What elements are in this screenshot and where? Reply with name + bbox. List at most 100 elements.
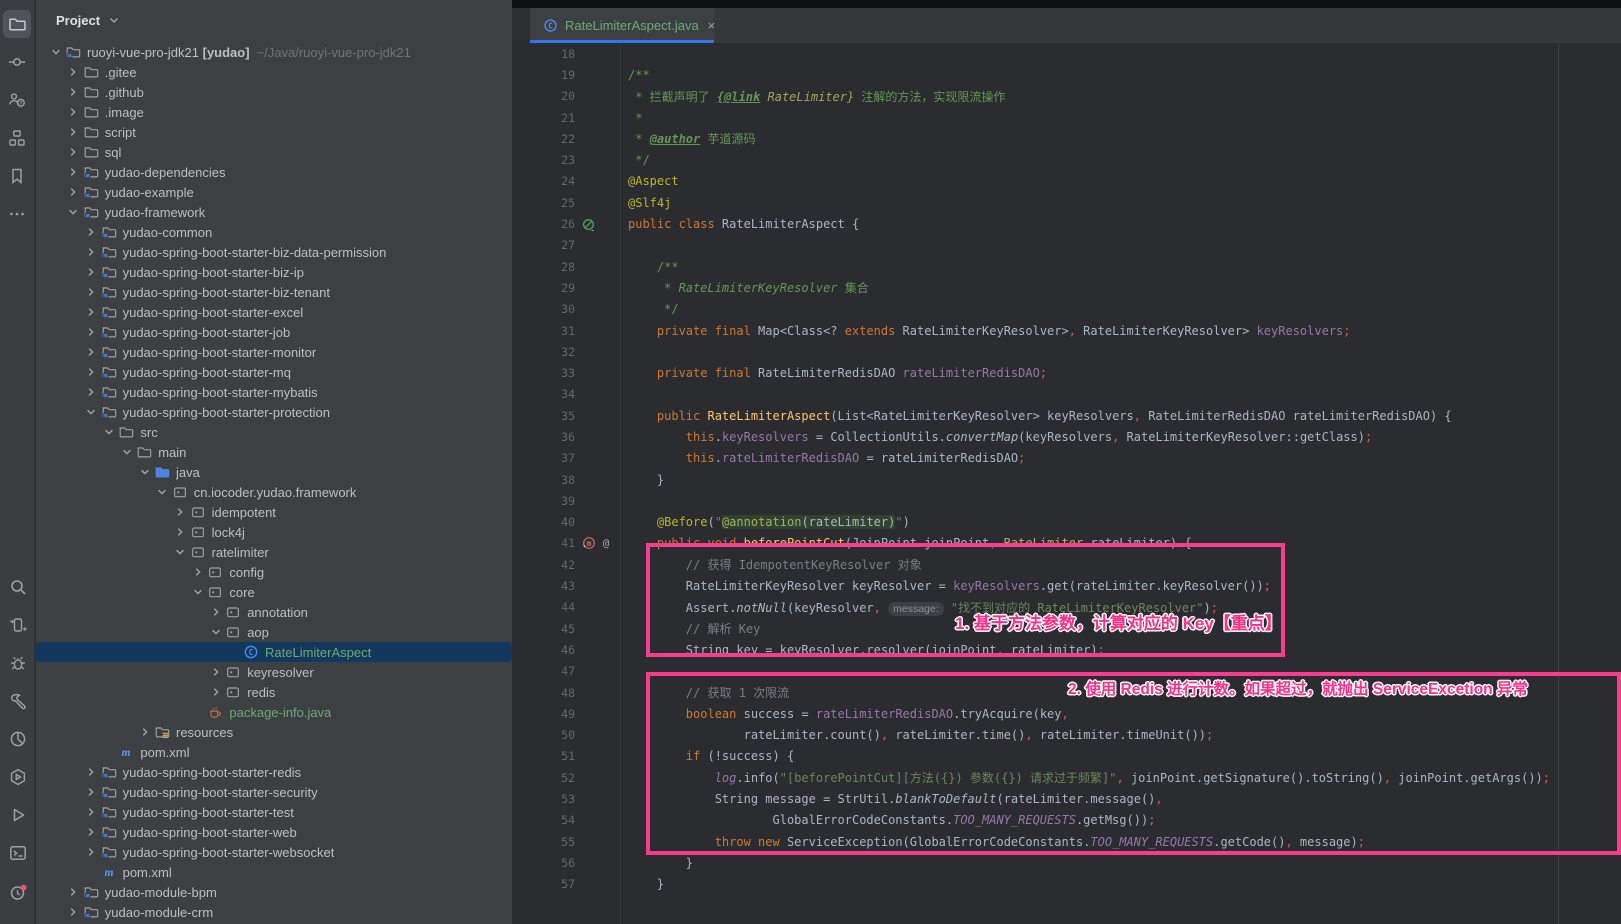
tree-item-yudao-spring-boot-starter-biz-ip[interactable]: yudao-spring-boot-starter-biz-ip <box>36 262 512 282</box>
aop-advice-icon[interactable]: m <box>582 536 596 550</box>
chevron-right-icon[interactable] <box>65 905 82 919</box>
code-line-51[interactable]: 51 if (!success) { <box>512 746 1621 767</box>
tree-item-yudao-framework[interactable]: yudao-framework <box>36 202 512 222</box>
tree-item-yudao-spring-boot-starter-websocket[interactable]: yudao-spring-boot-starter-websocket <box>36 842 512 862</box>
tree-item-aop[interactable]: aop <box>36 622 512 642</box>
commit-icon[interactable] <box>3 48 31 76</box>
services-icon[interactable] <box>4 763 32 791</box>
code-line-27[interactable]: 27 <box>512 235 1621 256</box>
close-icon[interactable]: × <box>708 19 716 32</box>
tree-item-yudao-spring-boot-starter-web[interactable]: yudao-spring-boot-starter-web <box>36 822 512 842</box>
tree-item-cn-iocoder-yudao-framework[interactable]: cn.iocoder.yudao.framework <box>36 482 512 502</box>
devices-icon[interactable] <box>4 611 32 639</box>
project-panel-header[interactable]: Project <box>36 0 512 40</box>
chevron-right-icon[interactable] <box>65 125 82 139</box>
code-line-55[interactable]: 55 throw new ServiceException(GlobalErro… <box>512 831 1621 852</box>
code-line-46[interactable]: 46 String key = keyResolver.resolver(joi… <box>512 639 1621 660</box>
chevron-down-icon[interactable] <box>118 445 135 459</box>
annotation-gutter-icon[interactable]: @ <box>599 536 613 550</box>
code-line-20[interactable]: 20 * 拦截声明了 {@link RateLimiter} 注解的方法，实现限… <box>512 86 1621 107</box>
tree-item-yudao-spring-boot-starter-protection[interactable]: yudao-spring-boot-starter-protection <box>36 402 512 422</box>
tree-item-ratelimiteraspect[interactable]: CRateLimiterAspect <box>36 642 512 662</box>
code-line-40[interactable]: 40 @Before("@annotation(rateLimiter)") <box>512 512 1621 533</box>
chevron-right-icon[interactable] <box>83 845 100 859</box>
chevron-down-icon[interactable] <box>100 425 117 439</box>
chevron-down-icon[interactable] <box>207 625 224 639</box>
chevron-right-icon[interactable] <box>65 105 82 119</box>
build-icon[interactable] <box>4 687 32 715</box>
code-line-54[interactable]: 54 GlobalErrorCodeConstants.TOO_MANY_REQ… <box>512 810 1621 831</box>
code-line-45[interactable]: 45 // 解析 Key <box>512 618 1621 639</box>
code-line-34[interactable]: 34 <box>512 384 1621 405</box>
chevron-right-icon[interactable] <box>83 245 100 259</box>
tree-item-yudao-spring-boot-starter-security[interactable]: yudao-spring-boot-starter-security <box>36 782 512 802</box>
code-line-49[interactable]: 49 boolean success = rateLimiterRedisDAO… <box>512 703 1621 724</box>
chevron-right-icon[interactable] <box>65 885 82 899</box>
tree-item-lock4j[interactable]: lock4j <box>36 522 512 542</box>
tree-item-yudao-spring-boot-starter-test[interactable]: yudao-spring-boot-starter-test <box>36 802 512 822</box>
code-line-24[interactable]: 24@Aspect <box>512 171 1621 192</box>
tree-item-yudao-spring-boot-starter-mq[interactable]: yudao-spring-boot-starter-mq <box>36 362 512 382</box>
tree-item-sql[interactable]: sql <box>36 142 512 162</box>
tree-item-core[interactable]: core <box>36 582 512 602</box>
bookmarks-icon[interactable] <box>3 162 31 190</box>
tree-item-ratelimiter[interactable]: ratelimiter <box>36 542 512 562</box>
code-line-38[interactable]: 38 } <box>512 469 1621 490</box>
chevron-right-icon[interactable] <box>83 825 100 839</box>
chevron-right-icon[interactable] <box>83 265 100 279</box>
chevron-down-icon[interactable] <box>65 205 82 219</box>
chevron-down-icon[interactable] <box>189 585 206 599</box>
tree-item-java[interactable]: java <box>36 462 512 482</box>
chevron-right-icon[interactable] <box>65 65 82 79</box>
notifications-icon[interactable] <box>4 877 32 905</box>
chevron-right-icon[interactable] <box>65 165 82 179</box>
tree-item-keyresolver[interactable]: keyresolver <box>36 662 512 682</box>
tree-item-src[interactable]: src <box>36 422 512 442</box>
code-editor[interactable]: 1819/**20 * 拦截声明了 {@link RateLimiter} 注解… <box>512 43 1621 924</box>
tree-item-script[interactable]: script <box>36 122 512 142</box>
code-line-57[interactable]: 57 } <box>512 874 1621 895</box>
tree-item-image[interactable]: .image <box>36 102 512 122</box>
tree-item-resources[interactable]: resources <box>36 722 512 742</box>
search-icon[interactable] <box>4 573 32 601</box>
terminal-icon[interactable] <box>4 839 32 867</box>
code-line-39[interactable]: 39 <box>512 490 1621 511</box>
pull-requests-icon[interactable]: ? <box>3 86 31 114</box>
chevron-right-icon[interactable] <box>83 305 100 319</box>
tab-ratelimiteraspect[interactable]: C RateLimiterAspect.java × <box>530 8 714 43</box>
chevron-right-icon[interactable] <box>65 185 82 199</box>
tree-item-yudao-spring-boot-starter-biz-data-permission[interactable]: yudao-spring-boot-starter-biz-data-permi… <box>36 242 512 262</box>
chevron-right-icon[interactable] <box>172 525 189 539</box>
chevron-right-icon[interactable] <box>207 685 224 699</box>
tree-item-annotation[interactable]: annotation <box>36 602 512 622</box>
structure-icon[interactable] <box>3 124 31 152</box>
code-line-21[interactable]: 21 * <box>512 107 1621 128</box>
chevron-down-icon[interactable] <box>83 405 100 419</box>
tree-item-redis[interactable]: redis <box>36 682 512 702</box>
code-line-33[interactable]: 33 private final RateLimiterRedisDAO rat… <box>512 362 1621 383</box>
tree-item-yudao-spring-boot-starter-monitor[interactable]: yudao-spring-boot-starter-monitor <box>36 342 512 362</box>
chevron-right-icon[interactable] <box>83 285 100 299</box>
tree-item-yudao-dependencies[interactable]: yudao-dependencies <box>36 162 512 182</box>
code-line-41[interactable]: 41m@ public void beforePointCut(JoinPoin… <box>512 533 1621 554</box>
code-line-36[interactable]: 36 this.keyResolvers = CollectionUtils.c… <box>512 426 1621 447</box>
code-line-19[interactable]: 19/** <box>512 64 1621 85</box>
code-line-18[interactable]: 18 <box>512 43 1621 64</box>
chevron-right-icon[interactable] <box>83 785 100 799</box>
tree-item-yudao-spring-boot-starter-biz-tenant[interactable]: yudao-spring-boot-starter-biz-tenant <box>36 282 512 302</box>
code-line-29[interactable]: 29 * RateLimiterKeyResolver 集合 <box>512 277 1621 298</box>
chevron-down-icon[interactable] <box>172 545 189 559</box>
tree-item-main[interactable]: main <box>36 442 512 462</box>
chevron-down-icon[interactable] <box>47 45 64 59</box>
tree-item-gitee[interactable]: .gitee <box>36 62 512 82</box>
code-line-25[interactable]: 25@Slf4j <box>512 192 1621 213</box>
tree-item-yudao-spring-boot-starter-mybatis[interactable]: yudao-spring-boot-starter-mybatis <box>36 382 512 402</box>
tree-item-idempotent[interactable]: idempotent <box>36 502 512 522</box>
code-line-31[interactable]: 31 private final Map<Class<? extends Rat… <box>512 320 1621 341</box>
chevron-right-icon[interactable] <box>136 725 153 739</box>
tree-item-yudao-module-bpm[interactable]: yudao-module-bpm <box>36 882 512 902</box>
tree-item-pom-xml[interactable]: mpom.xml <box>36 862 512 882</box>
code-line-52[interactable]: 52 log.info("[beforePointCut][方法({}) 参数(… <box>512 767 1621 788</box>
tree-item-package-info-java[interactable]: package-info.java <box>36 702 512 722</box>
code-line-48[interactable]: 48 // 获取 1 次限流 <box>512 682 1621 703</box>
